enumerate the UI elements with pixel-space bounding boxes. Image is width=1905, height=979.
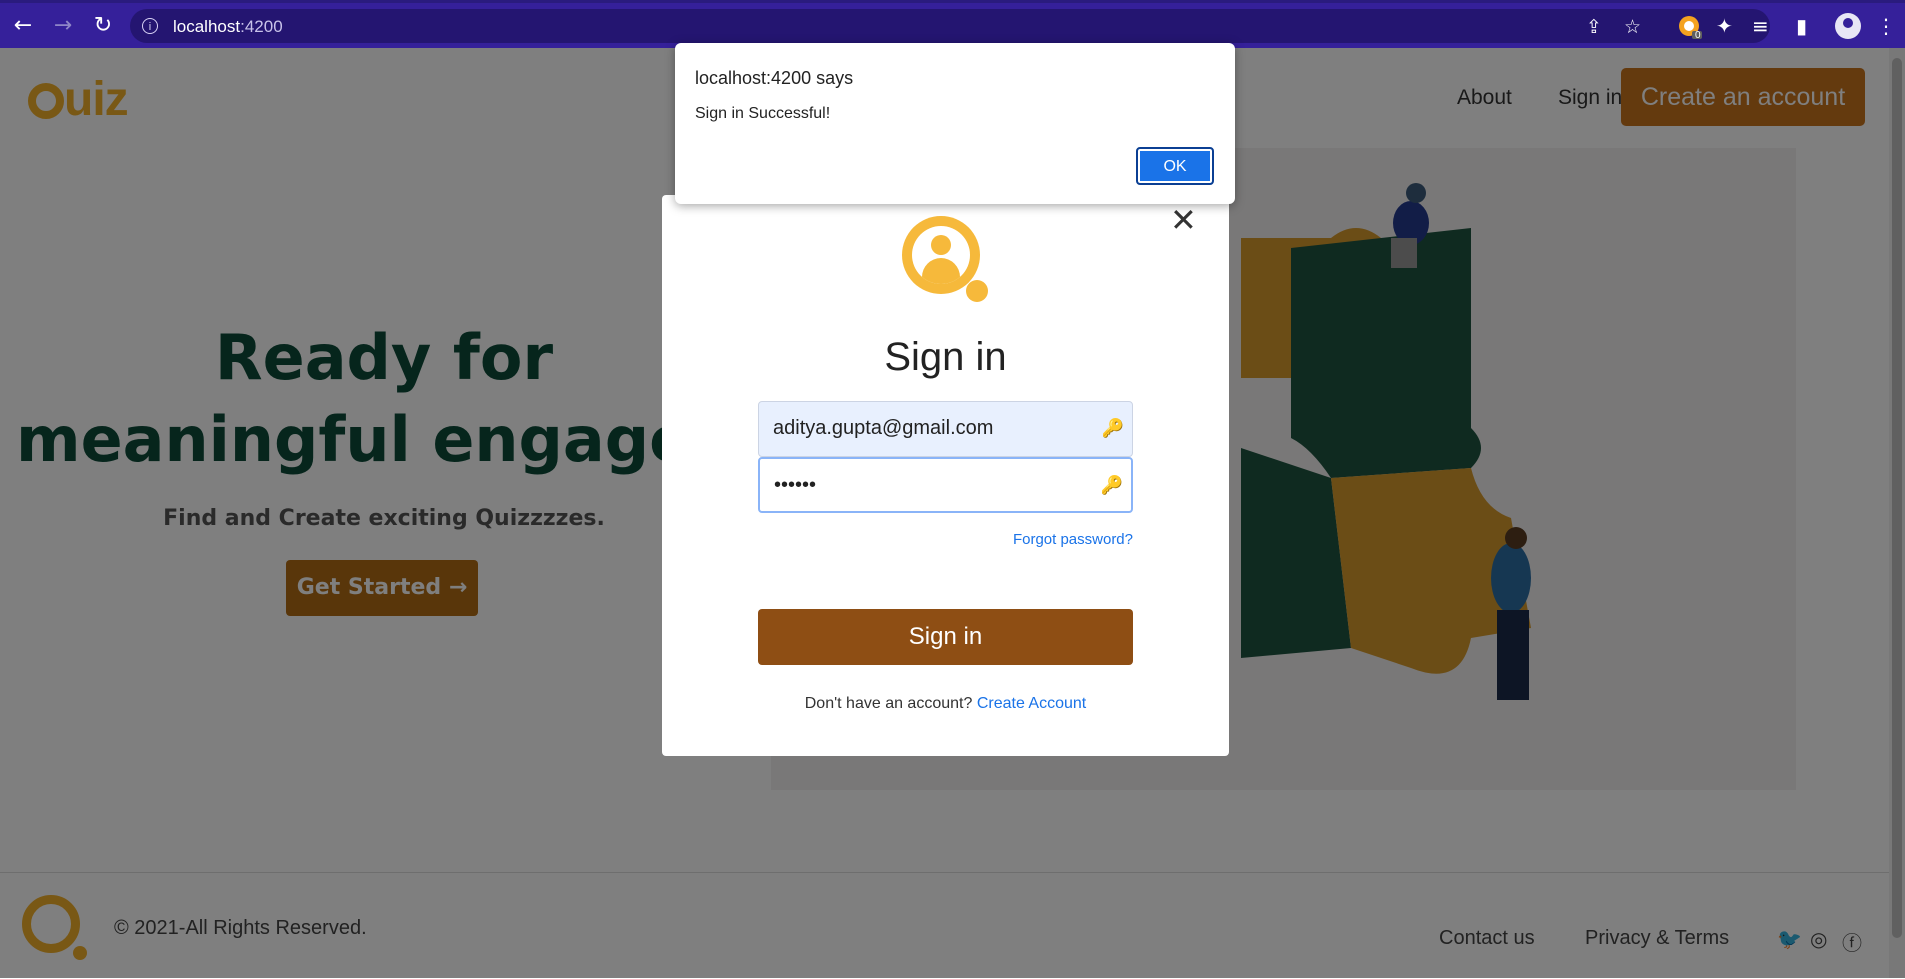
- password-manager-key-icon[interactable]: 🔑: [1101, 475, 1123, 496]
- menu-kebab-icon[interactable]: ⋮: [1876, 14, 1896, 38]
- sign-in-submit-button[interactable]: Sign in: [758, 609, 1133, 665]
- back-icon[interactable]: ←: [10, 13, 36, 39]
- profile-avatar-icon[interactable]: [1835, 13, 1861, 39]
- sign-in-modal: ✕ Sign in 🔑 🔑 Forgot password? Sign in D…: [662, 195, 1229, 756]
- share-icon[interactable]: ⇪: [1586, 16, 1602, 38]
- password-input[interactable]: [772, 473, 1096, 498]
- url-text: localhost:4200: [173, 17, 283, 36]
- signup-prompt: Don't have an account? Create Account: [804, 695, 1087, 712]
- password-field[interactable]: 🔑: [758, 457, 1133, 513]
- close-icon[interactable]: ✕: [1170, 201, 1197, 239]
- browser-toolbar: ← → ↻ i localhost:4200 ⇪ ☆ 0 ✦ ≡ ▮ ⋮: [0, 0, 1905, 48]
- site-info-icon[interactable]: i: [142, 18, 158, 34]
- media-queue-icon[interactable]: ≡: [1752, 14, 1769, 38]
- forgot-password-link[interactable]: Forgot password?: [758, 531, 1133, 548]
- alert-ok-button[interactable]: OK: [1136, 147, 1214, 185]
- extension-badge: 0: [1695, 30, 1701, 41]
- email-input[interactable]: [771, 416, 1095, 441]
- extensions-puzzle-icon[interactable]: ✦: [1716, 14, 1733, 38]
- alert-message: Sign in Successful!: [695, 105, 831, 122]
- side-panel-icon[interactable]: ▮: [1796, 14, 1807, 38]
- user-avatar-icon: [902, 216, 988, 302]
- password-manager-key-icon[interactable]: 🔑: [1102, 418, 1124, 439]
- alert-title: localhost:4200 says: [695, 68, 854, 88]
- email-field[interactable]: 🔑: [758, 401, 1133, 457]
- forward-icon[interactable]: →: [50, 13, 76, 39]
- browser-alert-dialog: localhost:4200 says Sign in Successful! …: [675, 43, 1235, 204]
- reload-icon[interactable]: ↻: [90, 13, 116, 39]
- address-bar[interactable]: i localhost:4200 ⇪ ☆: [130, 9, 1770, 43]
- modal-title: Sign in: [884, 335, 1007, 379]
- create-account-link[interactable]: Create Account: [977, 695, 1086, 712]
- bookmark-star-icon[interactable]: ☆: [1624, 16, 1641, 38]
